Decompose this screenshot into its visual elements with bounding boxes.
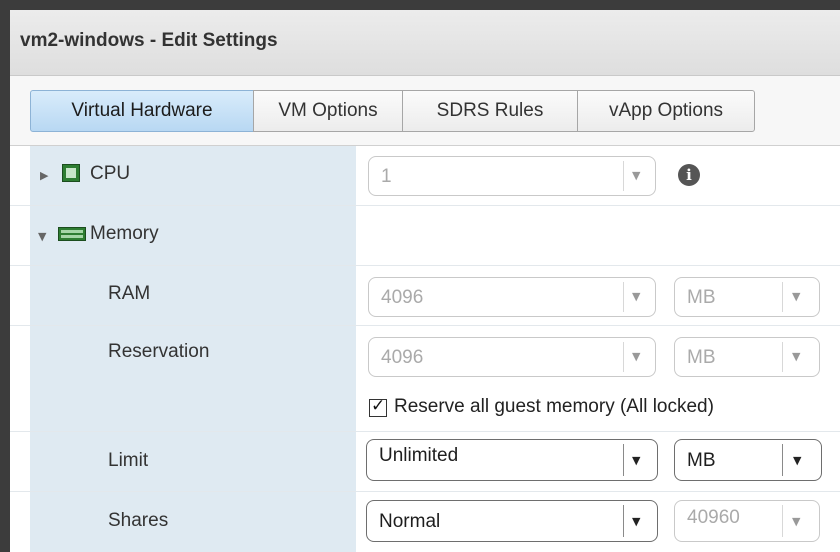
hardware-grid: ▶ CPU 1 ▼ i ▼ Memory RAM 4096 ▼ MB ▼ Res… (10, 146, 840, 552)
chevron-down-icon: ▼ (632, 169, 641, 182)
memory-label: Memory (90, 223, 159, 244)
window-border-left (0, 0, 10, 552)
ram-label: RAM (108, 283, 151, 304)
memory-icon (58, 227, 86, 241)
cpu-row: ▶ CPU 1 ▼ i (10, 146, 840, 206)
ram-value-select[interactable]: 4096 ▼ (368, 277, 656, 317)
collapse-arrow-icon[interactable]: ▼ (38, 230, 46, 243)
checkmark-icon: ✓ (371, 396, 386, 416)
limit-value: Unlimited (379, 445, 459, 466)
ram-unit-select[interactable]: MB ▼ (674, 277, 820, 317)
title-bar[interactable]: vm2-windows - Edit Settings (10, 10, 840, 76)
reservation-label: Reservation (108, 341, 210, 362)
reservation-value-select[interactable]: 4096 ▼ (368, 337, 656, 377)
dialog-title: vm2-windows - Edit Settings (20, 30, 278, 51)
shares-amount: 40960 (687, 507, 740, 528)
cpu-count-select[interactable]: 1 ▼ (368, 156, 656, 196)
expand-arrow-icon[interactable]: ▶ (40, 169, 48, 182)
reserve-all-memory-label: Reserve all guest memory (All locked) (394, 396, 714, 417)
info-icon[interactable]: i (678, 164, 700, 186)
chevron-down-icon: ▼ (792, 290, 801, 303)
tab-sdrs-rules[interactable]: SDRS Rules (402, 90, 578, 132)
chevron-down-icon: ▼ (793, 454, 802, 467)
reserve-all-memory-checkbox[interactable]: ✓ (369, 396, 387, 417)
chevron-down-icon: ▼ (792, 515, 801, 528)
shares-level: Normal (379, 511, 441, 532)
cpu-count-value: 1 (381, 166, 392, 187)
limit-row: Limit Unlimited ▼ MB ▼ (10, 432, 840, 492)
cpu-label: CPU (90, 163, 131, 184)
chevron-down-icon: ▼ (632, 515, 641, 528)
ram-row: RAM 4096 ▼ MB ▼ (10, 266, 840, 326)
ram-unit: MB (687, 287, 716, 308)
reservation-unit: MB (687, 347, 716, 368)
limit-value-select[interactable]: Unlimited ▼ (366, 439, 658, 481)
limit-unit-select[interactable]: MB ▼ (674, 439, 822, 481)
shares-label: Shares (108, 510, 169, 531)
reservation-row: Reservation 4096 ▼ MB ▼ ✓ Reserve all gu… (10, 326, 840, 432)
chevron-down-icon: ▼ (792, 350, 801, 363)
chevron-down-icon: ▼ (632, 454, 641, 467)
limit-unit: MB (687, 450, 716, 471)
ram-value: 4096 (381, 287, 424, 308)
tab-virtual-hardware[interactable]: Virtual Hardware (30, 90, 254, 132)
cpu-icon (62, 164, 80, 182)
shares-amount-select[interactable]: 40960 ▼ (674, 500, 820, 542)
reservation-value: 4096 (381, 347, 424, 368)
window-border-top (0, 0, 840, 10)
tab-vm-options[interactable]: VM Options (253, 90, 403, 132)
chevron-down-icon: ▼ (632, 350, 641, 363)
tab-bar: Virtual Hardware VM Options SDRS Rules v… (10, 76, 840, 146)
limit-label: Limit (108, 450, 149, 471)
reservation-unit-select[interactable]: MB ▼ (674, 337, 820, 377)
chevron-down-icon: ▼ (632, 290, 641, 303)
shares-level-select[interactable]: Normal ▼ (366, 500, 658, 542)
memory-row: ▼ Memory (10, 206, 840, 266)
edit-settings-dialog: vm2-windows - Edit Settings Virtual Hard… (0, 0, 840, 552)
tab-vapp-options[interactable]: vApp Options (577, 90, 755, 132)
shares-row: Shares Normal ▼ 40960 ▼ (10, 492, 840, 552)
